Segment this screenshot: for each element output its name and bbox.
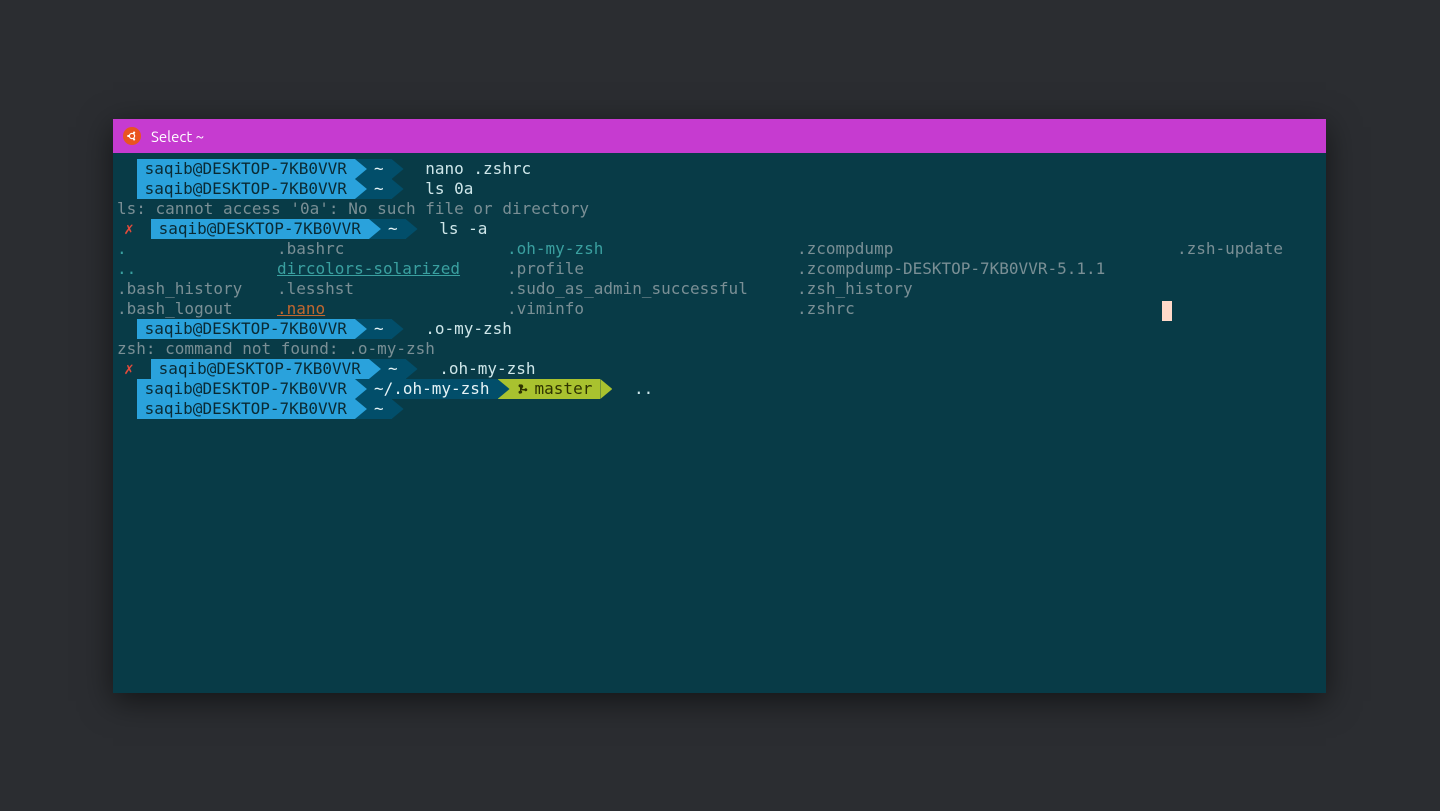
output-line: zsh: command not found: .o-my-zsh xyxy=(117,339,1322,359)
command-text: nano .zshrc xyxy=(425,159,531,179)
prompt-path-segment: ~ xyxy=(366,399,392,419)
ls-output: . .bashrc .oh-my-zsh .zcompdump .zsh-upd… xyxy=(117,239,1322,319)
ls-entry: . xyxy=(117,239,277,259)
powerline-arrow-icon xyxy=(392,179,404,199)
terminal-window: Select ~ saqib@DESKTOP-7KB0VVR ~ nano .zs… xyxy=(113,119,1326,693)
git-branch-icon xyxy=(517,383,529,395)
powerline-arrow-icon xyxy=(600,379,612,399)
ls-entry: .zsh-update xyxy=(1177,239,1322,259)
prompt-host-segment: saqib@DESKTOP-7KB0VVR xyxy=(137,399,355,419)
prompt-host-segment: saqib@DESKTOP-7KB0VVR xyxy=(137,159,355,179)
ls-entry: .bash_history xyxy=(117,279,277,299)
prompt-git-segment: master xyxy=(509,379,601,399)
ls-entry: .bashrc xyxy=(277,239,507,259)
powerline-arrow-icon xyxy=(392,319,404,339)
terminal-body[interactable]: saqib@DESKTOP-7KB0VVR ~ nano .zshrc saqib… xyxy=(113,153,1326,693)
prompt-line: saqib@DESKTOP-7KB0VVR ~ nano .zshrc xyxy=(117,159,1322,179)
prompt-host-segment: saqib@DESKTOP-7KB0VVR xyxy=(137,319,355,339)
prompt-line: saqib@DESKTOP-7KB0VVR ~ xyxy=(117,399,1322,419)
ls-entry: .sudo_as_admin_successful xyxy=(507,279,797,299)
command-text: ls -a xyxy=(439,219,487,239)
error-status-icon: ✗ xyxy=(117,359,141,379)
prompt-path-segment: ~ xyxy=(366,179,392,199)
prompt-host-segment: saqib@DESKTOP-7KB0VVR xyxy=(137,179,355,199)
command-text: .oh-my-zsh xyxy=(439,359,535,379)
ls-entry: .profile xyxy=(507,259,797,279)
ls-entry: .zshrc xyxy=(797,299,1177,319)
powerline-arrow-icon xyxy=(406,219,418,239)
ubuntu-icon xyxy=(123,127,141,145)
ls-entry: .oh-my-zsh xyxy=(507,239,797,259)
prompt-line: saqib@DESKTOP-7KB0VVR ~ .o-my-zsh xyxy=(117,319,1322,339)
prompt-host-segment: saqib@DESKTOP-7KB0VVR xyxy=(137,379,355,399)
ls-entry: .lesshst xyxy=(277,279,507,299)
ls-entry: dircolors-solarized xyxy=(277,259,507,279)
powerline-arrow-icon xyxy=(406,359,418,379)
command-text: .. xyxy=(634,379,653,399)
ls-entry: .viminfo xyxy=(507,299,797,319)
prompt-host-segment: saqib@DESKTOP-7KB0VVR xyxy=(151,219,369,239)
command-text: .o-my-zsh xyxy=(425,319,512,339)
prompt-line: saqib@DESKTOP-7KB0VVR ~ ls 0a xyxy=(117,179,1322,199)
prompt-path-segment: ~/.oh-my-zsh xyxy=(366,379,498,399)
prompt-path-segment: ~ xyxy=(366,159,392,179)
ls-entry: .zcompdump-DESKTOP-7KB0VVR-5.1.1 xyxy=(797,259,1177,279)
prompt-path-segment: ~ xyxy=(366,319,392,339)
text-cursor xyxy=(1162,301,1172,321)
ls-entry: .. xyxy=(117,259,277,279)
prompt-line-error: ✗ saqib@DESKTOP-7KB0VVR ~ .oh-my-zsh xyxy=(117,359,1322,379)
window-title: Select ~ xyxy=(151,128,204,145)
prompt-host-segment: saqib@DESKTOP-7KB0VVR xyxy=(151,359,369,379)
ls-entry: .zsh_history xyxy=(797,279,1177,299)
error-status-icon: ✗ xyxy=(117,219,141,239)
output-line: ls: cannot access '0a': No such file or … xyxy=(117,199,1322,219)
powerline-arrow-icon xyxy=(392,159,404,179)
prompt-path-segment: ~ xyxy=(380,219,406,239)
prompt-line-error: ✗ saqib@DESKTOP-7KB0VVR ~ ls -a xyxy=(117,219,1322,239)
command-text: ls 0a xyxy=(425,179,473,199)
ls-entry: .nano xyxy=(277,299,507,319)
prompt-line-git: saqib@DESKTOP-7KB0VVR~/.oh-my-zshmaster … xyxy=(117,379,1322,399)
titlebar[interactable]: Select ~ xyxy=(113,119,1326,153)
ls-entry: .bash_logout xyxy=(117,299,277,319)
ls-entry: .zcompdump xyxy=(797,239,1177,259)
prompt-path-segment: ~ xyxy=(380,359,406,379)
powerline-arrow-icon xyxy=(392,399,404,419)
